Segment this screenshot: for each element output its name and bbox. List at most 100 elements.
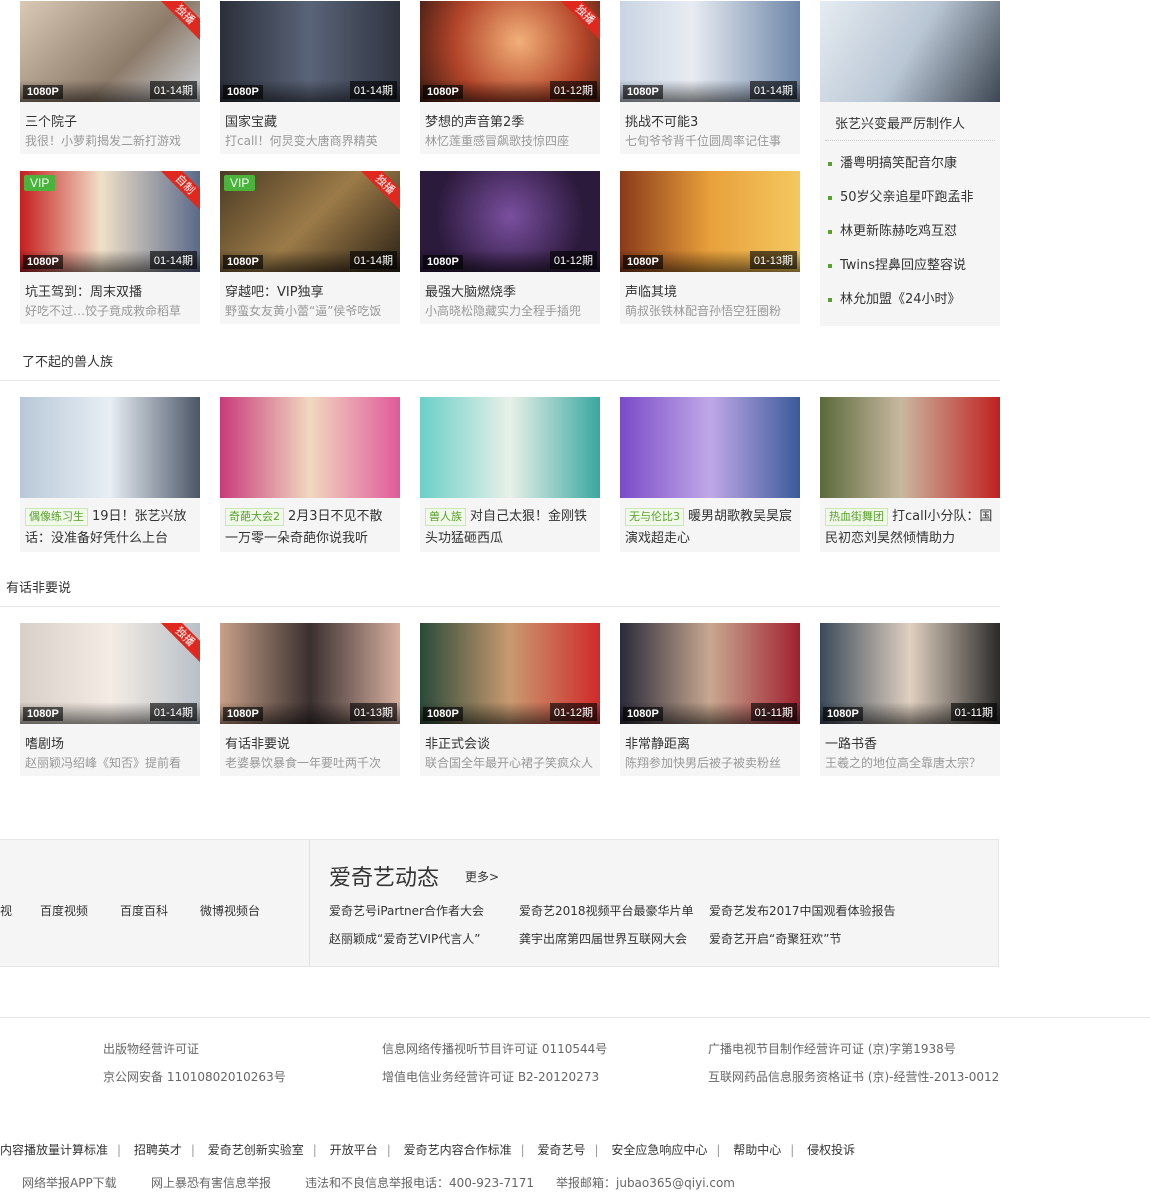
video-card[interactable]: 1080P 01-12期 非正式会谈 联合国全年最开心裙子笑疯众人 [420,623,600,776]
show-tag[interactable]: 偶像练习生 [25,508,88,526]
license-text[interactable]: 广播电视节目制作经营许可证 (京)字第1938号 [708,1040,956,1057]
video-thumbnail[interactable]: VIP 自制 1080P 01-14期 [20,171,200,272]
video-card[interactable]: VIP 独播 1080P 01-14期 穿越吧：VIP独享 野蛮女友黄小蕾“逼”… [220,171,400,324]
footer-link[interactable]: 爱奇艺号 [537,1143,585,1157]
section-title[interactable]: 了不起的兽人族 [22,351,113,370]
video-desc[interactable]: 萌叔张铁林配音孙悟空狂圈粉 [620,300,800,324]
video-card[interactable]: 1080P 01-11期 一路书香 王羲之的地位高全靠唐太宗？ [820,623,1000,776]
video-card[interactable]: 1080P 01-11期 非常静距离 陈翔参加快男后被子被卖粉丝 [620,623,800,776]
video-card[interactable]: 1080P 01-13期 有话非要说 老婆暴饮暴食一年要吐两千次 [220,623,400,776]
show-tag[interactable]: 兽人族 [425,508,466,526]
video-title[interactable]: 梦想的声音第2季 [420,102,600,130]
video-title[interactable]: 非常静距离 [620,724,800,752]
video-card[interactable]: 无与伦比3 暖男胡歌教吴昊宸演戏超走心 [620,397,800,552]
video-thumbnail[interactable]: 1080P 01-12期 [420,171,600,272]
section-title[interactable]: 有话非要说 [6,577,71,596]
video-thumbnail[interactable] [420,397,600,498]
license-text[interactable]: 信息网络传播视听节目许可证 0110544号 [382,1040,607,1057]
video-card[interactable]: 热血街舞团 打call小分队：国民初恋刘昊然倾情助力 [820,397,1000,552]
sidebar-item[interactable]: 潘粤明搞笑配音尔康 [828,147,1000,181]
video-title[interactable]: 非正式会谈 [420,724,600,752]
video-title[interactable]: 三个院子 [20,102,200,130]
video-card[interactable]: 1080P 01-13期 声临其境 萌叔张铁林配音孙悟空狂圈粉 [620,171,800,324]
sidebar-item[interactable]: 50岁父亲追星吓跑孟非 [828,181,1000,215]
video-title[interactable]: 挑战不可能3 [620,102,800,130]
video-thumbnail[interactable]: 1080P 01-11期 [620,623,800,724]
video-thumbnail[interactable] [820,397,1000,498]
video-thumbnail[interactable]: 独播 1080P 01-14期 [20,1,200,102]
video-card[interactable]: 独播 1080P 01-14期 嗜剧场 赵丽颖冯绍峰《知否》提前看 [20,623,200,776]
video-desc[interactable]: 赵丽颖冯绍峰《知否》提前看 [20,752,200,776]
video-thumbnail[interactable]: 独播 1080P 01-12期 [420,1,600,102]
sidebar-item[interactable]: Twins捏鼻回应整容说 [828,249,1000,283]
video-thumbnail[interactable]: 1080P 01-13期 [220,623,400,724]
video-thumbnail[interactable]: 独播 1080P 01-14期 [20,623,200,724]
video-title[interactable]: 最强大脑燃烧季 [420,272,600,300]
more-link[interactable]: 更多> [465,868,499,885]
footer-link[interactable]: 开放平台 [330,1143,378,1157]
news-item[interactable]: 爱奇艺号iPartner合作者大会 [329,902,484,919]
show-tag[interactable]: 奇葩大会2 [225,508,284,526]
video-desc[interactable]: 野蛮女友黄小蕾“逼”侯爷吃饭 [220,300,400,324]
footer-link[interactable]: 帮助中心 [733,1143,781,1157]
video-desc[interactable]: 好吃不过…饺子竟成救命稻草 [20,300,200,324]
video-thumbnail[interactable]: 1080P 01-14期 [220,1,400,102]
video-card[interactable]: 偶像练习生 19日！张艺兴放话：没准备好凭什么上台 [20,397,200,552]
video-card[interactable]: 兽人族 对自己太狠！金刚铁头功猛砸西瓜 [420,397,600,552]
footer-link[interactable]: 爱奇艺内容合作标准 [404,1143,512,1157]
video-desc[interactable]: 林忆莲重感冒飙歌技惊四座 [420,130,600,154]
license-text[interactable]: 出版物经营许可证 [103,1040,199,1057]
video-thumbnail[interactable]: VIP 独播 1080P 01-14期 [220,171,400,272]
sidebar-item[interactable]: 林更新陈赫吃鸡互怼 [828,215,1000,249]
video-thumbnail[interactable]: 1080P 01-13期 [620,171,800,272]
footer-link[interactable]: 招聘英才 [134,1143,182,1157]
video-title[interactable]: 穿越吧：VIP独享 [220,272,400,300]
report-email[interactable]: 举报邮箱：jubao365@qiyi.com [556,1174,735,1191]
news-item[interactable]: 赵丽颖成“爱奇艺VIP代言人” [329,930,480,947]
video-card[interactable]: 奇葩大会2 2月3日不见不散 一万零一朵奇葩你说我听 [220,397,400,552]
report-link[interactable]: 网络举报APP下载 [22,1174,117,1191]
show-tag[interactable]: 热血街舞团 [825,508,888,526]
video-title[interactable]: 一路书香 [820,724,1000,752]
video-desc[interactable]: 联合国全年最开心裙子笑疯众人 [420,752,600,776]
video-thumbnail[interactable] [220,397,400,498]
license-text[interactable]: 增值电信业务经营许可证 B2-20120273 [382,1068,599,1085]
video-desc[interactable]: 小高晓松隐藏实力全程手插兜 [420,300,600,324]
video-card[interactable]: 1080P 01-14期 国家宝藏 打call！何炅变大唐商界精英 [220,1,400,154]
video-desc[interactable]: 我很！小萝莉揭发二新打游戏 [20,130,200,154]
video-title[interactable]: 国家宝藏 [220,102,400,130]
license-text[interactable]: 京公网安备 11010802010263号 [103,1068,286,1085]
video-desc[interactable]: 陈翔参加快男后被子被卖粉丝 [620,752,800,776]
partner-link[interactable]: 百度视频 [40,902,88,919]
partner-link[interactable]: 百度百科 [120,902,168,919]
video-title[interactable]: 有话非要说 [220,724,400,752]
video-thumbnail[interactable] [20,397,200,498]
news-item[interactable]: 爱奇艺发布2017中国观看体验报告 [709,902,896,919]
video-desc[interactable]: 七旬爷爷背千位圆周率记住事 [620,130,800,154]
video-title[interactable]: 坑王驾到：周末双播 [20,272,200,300]
video-title[interactable]: 声临其境 [620,272,800,300]
video-card[interactable]: 1080P 01-12期 最强大脑燃烧季 小高晓松隐藏实力全程手插兜 [420,171,600,324]
news-item[interactable]: 爱奇艺开启“奇聚狂欢”节 [709,930,841,947]
video-thumbnail[interactable]: 1080P 01-12期 [420,623,600,724]
sidebar-title[interactable]: 张艺兴变最严厉制作人 [825,102,995,141]
footer-link[interactable]: 侵权投诉 [807,1143,855,1157]
video-thumbnail[interactable]: 1080P 01-14期 [620,1,800,102]
news-item[interactable]: 爱奇艺2018视频平台最豪华片单 [519,902,694,919]
report-link[interactable]: 网上暴恐有害信息举报 [151,1174,271,1191]
video-desc[interactable]: 老婆暴饮暴食一年要吐两千次 [220,752,400,776]
video-desc[interactable]: 打call！何炅变大唐商界精英 [220,130,400,154]
video-thumbnail[interactable] [620,397,800,498]
news-item[interactable]: 龚宇出席第四届世界互联网大会 [519,930,687,947]
video-title[interactable]: 嗜剧场 [20,724,200,752]
partner-link[interactable]: 视 [0,902,12,919]
footer-link[interactable]: 爱奇艺创新实验室 [208,1143,304,1157]
video-card[interactable]: VIP 自制 1080P 01-14期 坑王驾到：周末双播 好吃不过…饺子竟成救… [20,171,200,324]
show-tag[interactable]: 无与伦比3 [625,508,684,526]
video-card[interactable]: 独播 1080P 01-14期 三个院子 我很！小萝莉揭发二新打游戏 [20,1,200,154]
footer-link[interactable]: 内容播放量计算标准 [0,1143,108,1157]
video-thumbnail[interactable]: 1080P 01-11期 [820,623,1000,724]
video-card[interactable]: 1080P 01-14期 挑战不可能3 七旬爷爷背千位圆周率记住事 [620,1,800,154]
sidebar-item[interactable]: 林允加盟《24小时》 [828,283,1000,317]
partner-link[interactable]: 微博视频台 [200,902,260,919]
